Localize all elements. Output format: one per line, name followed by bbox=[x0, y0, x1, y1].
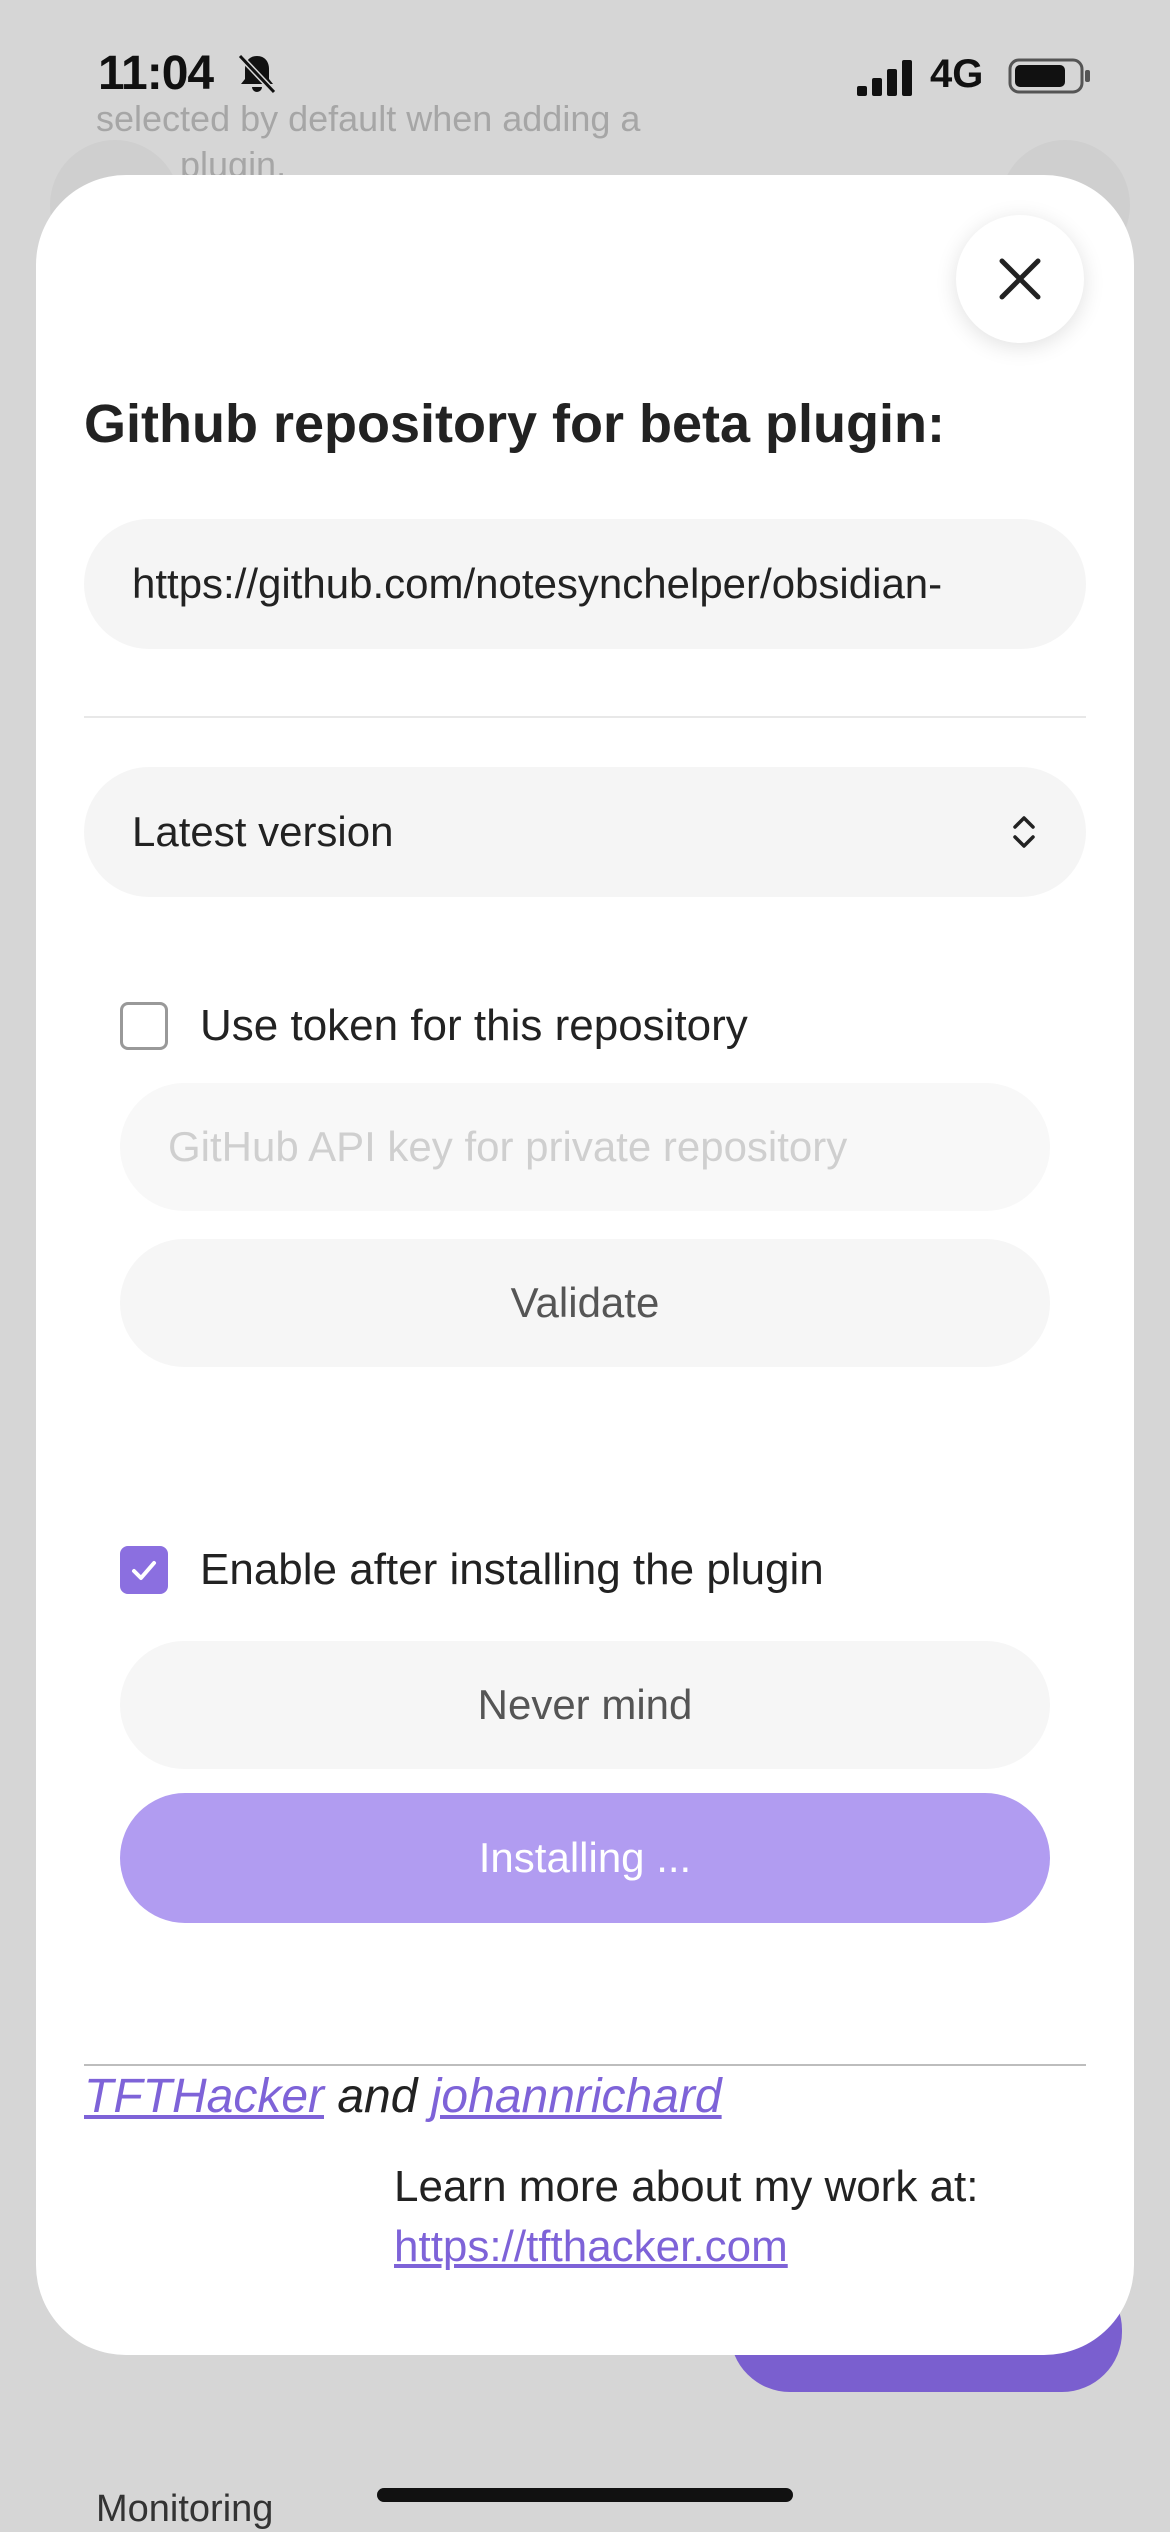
close-button[interactable] bbox=[956, 215, 1084, 343]
learn-more: Learn more about my work at: https://tft… bbox=[394, 2157, 978, 2277]
footer-divider bbox=[84, 2064, 1086, 2066]
enable-after-install-label: Enable after installing the plugin bbox=[200, 1545, 824, 1594]
status-bar: 11:04 4G bbox=[0, 0, 1170, 150]
learn-more-text: Learn more about my work at: bbox=[394, 2162, 979, 2211]
background-section-label: Monitoring bbox=[96, 2488, 274, 2530]
enable-after-install-checkbox[interactable] bbox=[120, 1546, 168, 1594]
modal-title: Github repository for beta plugin: bbox=[84, 394, 945, 454]
validate-button[interactable]: Validate bbox=[120, 1239, 1050, 1367]
bell-slash-icon bbox=[237, 53, 277, 95]
chevron-up-down-icon bbox=[1013, 816, 1035, 848]
validate-button-label: Validate bbox=[510, 1279, 660, 1326]
home-indicator[interactable] bbox=[377, 2488, 793, 2502]
checkmark-icon bbox=[132, 1561, 156, 1580]
use-token-label: Use token for this repository bbox=[200, 1001, 748, 1050]
version-select-value: Latest version bbox=[132, 808, 394, 855]
repository-url-input[interactable]: https://github.com/notesynchelper/obsidi… bbox=[84, 519, 1086, 649]
close-icon bbox=[999, 258, 1041, 300]
cellular-signal-icon bbox=[857, 60, 912, 96]
network-type: 4G bbox=[930, 52, 984, 96]
credits-joiner: and bbox=[337, 2070, 431, 2123]
author-link-johannrichard[interactable]: johannrichard bbox=[431, 2070, 722, 2123]
github-api-key-placeholder: GitHub API key for private repository bbox=[168, 1123, 848, 1170]
battery-icon bbox=[1008, 58, 1090, 94]
divider bbox=[84, 716, 1086, 718]
status-time: 11:04 bbox=[98, 47, 214, 100]
repository-url-value: https://github.com/notesynchelper/obsidi… bbox=[132, 560, 943, 607]
author-link-tfthacker[interactable]: TFTHacker bbox=[84, 2070, 324, 2123]
screen: selected by default when adding a plugin… bbox=[0, 0, 1170, 2532]
use-token-checkbox[interactable] bbox=[120, 1002, 168, 1050]
use-token-row[interactable]: Use token for this repository bbox=[120, 1001, 748, 1051]
install-beta-plugin-modal: Github repository for beta plugin: https… bbox=[36, 175, 1134, 2355]
enable-after-install-row[interactable]: Enable after installing the plugin bbox=[120, 1545, 824, 1595]
never-mind-button[interactable]: Never mind bbox=[120, 1641, 1050, 1769]
install-button[interactable]: Installing ... bbox=[120, 1793, 1050, 1923]
credits: TFTHacker and johannrichard bbox=[84, 2069, 722, 2124]
version-select[interactable]: Latest version bbox=[84, 767, 1086, 897]
never-mind-button-label: Never mind bbox=[477, 1681, 693, 1728]
github-api-key-input[interactable]: GitHub API key for private repository bbox=[120, 1083, 1050, 1211]
website-link[interactable]: https://tfthacker.com bbox=[394, 2217, 978, 2277]
install-button-label: Installing ... bbox=[478, 1834, 692, 1881]
